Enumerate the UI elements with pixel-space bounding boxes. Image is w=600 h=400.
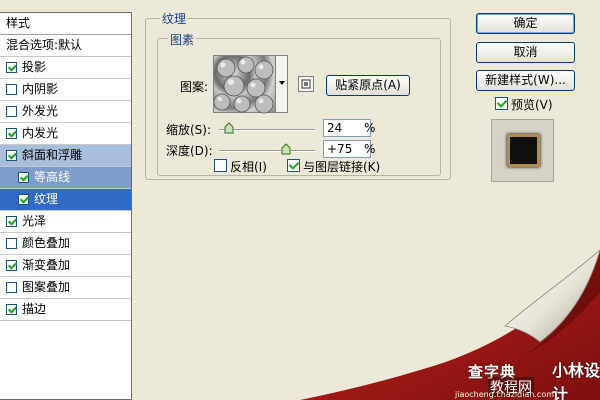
pattern-swatch[interactable] xyxy=(213,55,276,114)
scale-slider-thumb[interactable] xyxy=(224,122,234,134)
pattern-bubbles-icon xyxy=(214,56,274,114)
watermark-brand: 小林设计 xyxy=(552,361,600,400)
style-list-item[interactable]: 颜色叠加 xyxy=(0,233,131,255)
style-item-label: 外发光 xyxy=(22,104,59,118)
style-item-label: 投影 xyxy=(22,60,47,74)
style-item-label: 斜面和浮雕 xyxy=(22,148,83,162)
style-list-item[interactable]: 光泽 xyxy=(0,211,131,233)
style-item-checkbox[interactable] xyxy=(18,172,29,183)
style-list-item[interactable]: 内阴影 xyxy=(0,79,131,101)
style-list-item[interactable]: 图案叠加 xyxy=(0,277,131,299)
depth-slider-thumb[interactable] xyxy=(281,143,291,155)
style-list-item[interactable]: 外发光 xyxy=(0,101,131,123)
pattern-label: 图案: xyxy=(180,80,209,94)
new-preset-from-pattern-button[interactable] xyxy=(298,76,314,92)
style-list-panel: 样式 混合选项:默认投影内阴影外发光内发光斜面和浮雕等高线纹理光泽颜色叠加渐变叠… xyxy=(0,12,132,400)
style-item-label: 混合选项:默认 xyxy=(6,38,83,52)
ok-button[interactable]: 确定 xyxy=(476,13,575,34)
style-item-checkbox[interactable] xyxy=(6,216,17,227)
style-item-checkbox[interactable] xyxy=(6,128,17,139)
depth-slider-track[interactable] xyxy=(219,150,315,152)
style-list-item[interactable]: 内发光 xyxy=(0,123,131,145)
scale-label: 缩放(S): xyxy=(166,123,212,137)
style-list-item[interactable]: 纹理 xyxy=(0,189,131,211)
elements-subgroup-title: 图素 xyxy=(168,31,197,48)
style-item-checkbox[interactable] xyxy=(6,106,17,117)
preview-square xyxy=(507,134,540,167)
invert-label[interactable]: 反相(I) xyxy=(230,158,267,175)
preview-checkbox[interactable] xyxy=(495,97,508,110)
texture-group-title: 纹理 xyxy=(160,10,189,27)
depth-unit: % xyxy=(364,142,376,156)
style-item-checkbox[interactable] xyxy=(6,304,17,315)
style-item-label: 内发光 xyxy=(22,126,59,140)
depth-label: 深度(D): xyxy=(166,144,213,158)
snap-to-origin-button[interactable]: 贴紧原点(A) xyxy=(326,75,410,96)
watermark-url: jiaocheng.chazidian.com xyxy=(455,390,555,399)
style-preview-thumbnail xyxy=(491,119,554,182)
style-list-item[interactable]: 等高线 xyxy=(0,167,131,189)
new-style-button[interactable]: 新建样式(W)... xyxy=(476,70,575,91)
preview-label[interactable]: 预览(V) xyxy=(511,96,553,113)
style-item-label: 纹理 xyxy=(34,192,59,206)
link-with-layer-label[interactable]: 与图层链接(K) xyxy=(303,158,380,175)
cancel-button[interactable]: 取消 xyxy=(476,42,575,63)
link-with-layer-checkbox[interactable] xyxy=(287,159,300,172)
style-list-header: 样式 xyxy=(0,13,131,35)
style-list-item[interactable]: 斜面和浮雕 xyxy=(0,145,131,167)
style-item-checkbox[interactable] xyxy=(6,260,17,271)
style-list-item[interactable]: 混合选项:默认 xyxy=(0,35,131,57)
new-preset-icon xyxy=(301,79,311,89)
style-item-checkbox[interactable] xyxy=(6,282,17,293)
style-item-label: 内阴影 xyxy=(22,82,59,96)
invert-checkbox[interactable] xyxy=(214,159,227,172)
style-item-label: 等高线 xyxy=(34,170,71,184)
pattern-dropdown-arrow[interactable] xyxy=(276,55,288,113)
style-item-label: 描边 xyxy=(22,302,47,316)
style-item-label: 图案叠加 xyxy=(22,280,71,294)
style-item-checkbox[interactable] xyxy=(6,62,17,73)
style-item-label: 颜色叠加 xyxy=(22,236,71,250)
style-item-checkbox[interactable] xyxy=(6,238,17,249)
style-item-checkbox[interactable] xyxy=(6,150,17,161)
scale-unit: % xyxy=(364,121,376,135)
style-list-item[interactable]: 描边 xyxy=(0,299,131,321)
style-list-item[interactable]: 投影 xyxy=(0,57,131,79)
style-item-checkbox[interactable] xyxy=(18,194,29,205)
style-list-item[interactable]: 渐变叠加 xyxy=(0,255,131,277)
style-item-label: 渐变叠加 xyxy=(22,258,71,272)
style-item-checkbox[interactable] xyxy=(6,84,17,95)
style-item-label: 光泽 xyxy=(22,214,47,228)
